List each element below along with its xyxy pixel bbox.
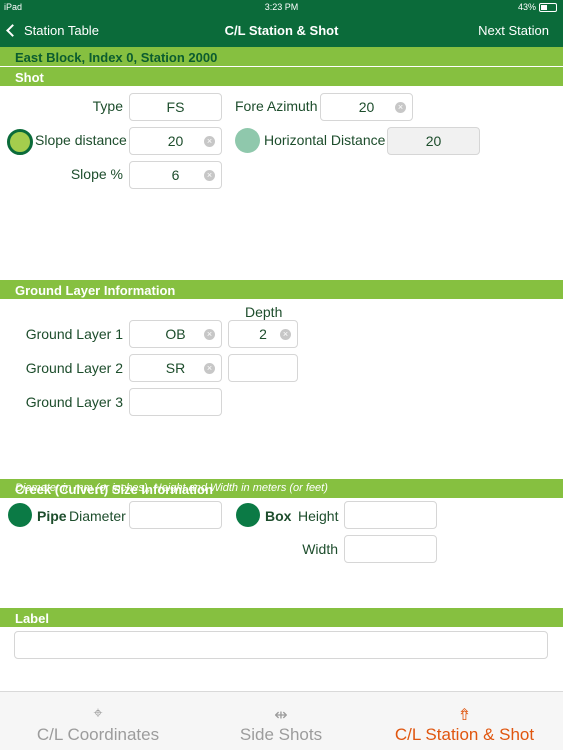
slope-distance-label: Slope distance xyxy=(35,132,127,148)
horizontal-distance-field: 20 xyxy=(387,127,480,155)
type-label: Type xyxy=(92,98,123,114)
type-field[interactable]: FS xyxy=(129,93,222,121)
label-field[interactable] xyxy=(14,631,548,659)
back-button[interactable]: Station Table xyxy=(6,23,99,38)
ground-layer-section-header: Ground Layer Information xyxy=(0,280,563,299)
crosshair-icon: ⌖ xyxy=(93,705,103,722)
clear-icon[interactable]: × xyxy=(280,329,291,340)
ground-layer-3-field[interactable] xyxy=(129,388,222,416)
ground-layer-2-label: Ground Layer 2 xyxy=(25,360,123,376)
ground-layer-2-value: SR xyxy=(165,360,186,376)
ground-layer-1-depth-value: 2 xyxy=(259,326,267,342)
split-arrows-icon: ⇹ xyxy=(274,707,288,724)
shot-header-label: Shot xyxy=(15,70,44,85)
tab-cl-coordinates[interactable]: ⌖ C/L Coordinates xyxy=(0,692,196,750)
height-field[interactable] xyxy=(344,501,437,529)
slope-percent-value: 6 xyxy=(171,167,180,183)
ground-layer-2-depth-field[interactable] xyxy=(228,354,298,382)
height-label: Height xyxy=(298,508,339,524)
tab-cl-coordinates-label: C/L Coordinates xyxy=(36,725,160,744)
horizontal-distance-label: Horizontal Distance xyxy=(264,132,386,148)
ground-layer-3-label: Ground Layer 3 xyxy=(25,394,123,410)
location-header: East Block, Index 0, Station 2000 xyxy=(0,47,563,66)
back-button-label: Station Table xyxy=(24,23,99,38)
pipe-label: Pipe xyxy=(37,508,67,524)
ground-layer-1-label: Ground Layer 1 xyxy=(25,326,123,342)
status-time: 3:23 PM xyxy=(264,2,299,12)
label-section-header: Label xyxy=(0,608,563,627)
navigation-bar: Station Table C/L Station & Shot Next St… xyxy=(0,15,563,47)
ground-layer-1-field[interactable]: OB × xyxy=(129,320,222,348)
battery-indicator: 43% xyxy=(517,2,557,13)
horizontal-distance-radio[interactable] xyxy=(235,128,260,153)
next-station-button[interactable]: Next Station xyxy=(478,23,549,38)
chevron-left-icon xyxy=(6,24,19,37)
share-up-icon: ⇮ xyxy=(457,707,472,724)
slope-distance-value: 20 xyxy=(167,133,184,149)
diameter-field[interactable] xyxy=(129,501,222,529)
diameter-label: Diameter xyxy=(69,508,126,524)
ground-layer-1-depth-field[interactable]: 2 × xyxy=(228,320,298,348)
width-field[interactable] xyxy=(344,535,437,563)
creek-section-header: Creek (Culvert) Size Information Diamete… xyxy=(0,479,563,498)
width-label: Width xyxy=(302,541,338,557)
label-header-label: Label xyxy=(15,611,49,626)
tab-cl-station-shot-label: C/L Station & Shot xyxy=(394,725,535,744)
slope-distance-radio[interactable] xyxy=(7,129,33,155)
clear-icon[interactable]: × xyxy=(204,136,215,147)
slope-distance-field[interactable]: 20 × xyxy=(129,127,222,155)
status-bar: iPad 3:23 PM 43% xyxy=(0,0,563,15)
shot-section-header: Shot xyxy=(0,67,563,86)
fore-azimuth-field[interactable]: 20 × xyxy=(320,93,413,121)
location-label: East Block, Index 0, Station 2000 xyxy=(15,50,218,65)
battery-icon xyxy=(539,3,557,13)
ground-layer-1-value: OB xyxy=(165,326,186,342)
clear-icon[interactable]: × xyxy=(204,170,215,181)
tab-bar: ⌖ C/L Coordinates ⇹ Side Shots ⇮ C/L Sta… xyxy=(0,691,563,750)
pipe-radio[interactable] xyxy=(8,503,32,527)
fore-azimuth-label: Fore Azimuth xyxy=(235,98,318,114)
slope-percent-field[interactable]: 6 × xyxy=(129,161,222,189)
depth-label: Depth xyxy=(245,304,283,320)
clear-icon[interactable]: × xyxy=(395,102,406,113)
battery-percent: 43% xyxy=(517,2,536,12)
tab-cl-station-shot[interactable]: ⇮ C/L Station & Shot xyxy=(366,692,563,750)
clear-icon[interactable]: × xyxy=(204,329,215,340)
box-radio[interactable] xyxy=(236,503,260,527)
creek-units-hint: Diameter in mm (or inches), Height and W… xyxy=(15,482,328,494)
clear-icon[interactable]: × xyxy=(204,363,215,374)
slope-percent-label: Slope % xyxy=(70,166,123,182)
ground-layer-2-field[interactable]: SR × xyxy=(129,354,222,382)
tab-side-shots-label: Side Shots xyxy=(239,725,323,744)
ground-layer-header-label: Ground Layer Information xyxy=(15,283,176,298)
box-label: Box xyxy=(265,508,292,524)
tab-side-shots[interactable]: ⇹ Side Shots xyxy=(196,692,366,750)
fore-azimuth-value: 20 xyxy=(358,99,375,115)
